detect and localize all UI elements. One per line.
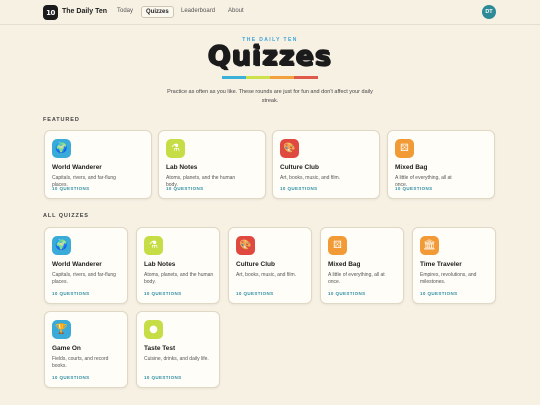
quiz-card-question-count: 10 QUESTIONS — [166, 186, 204, 191]
quiz-card-title: Mixed Bag — [328, 261, 361, 268]
quiz-card-title: World Wanderer — [52, 261, 102, 268]
logo[interactable]: 10 — [43, 5, 58, 20]
quiz-card[interactable]: 🏆 Game On Fields, courts, and record books… — [44, 311, 128, 388]
quiz-card-question-count: 10 QUESTIONS — [144, 375, 182, 380]
quiz-card-question-count: 10 QUESTIONS — [144, 291, 182, 296]
top-nav: 10 The Daily Ten Today Quizzes Leaderboa… — [0, 0, 540, 25]
stripe — [270, 76, 294, 79]
globe-icon: 🌍 — [52, 139, 71, 158]
avatar[interactable]: DT — [482, 5, 496, 19]
nav-link-today[interactable]: Today — [117, 8, 133, 14]
stripe — [246, 76, 270, 79]
quiz-card-question-count: 10 QUESTIONS — [280, 186, 318, 191]
quiz-card[interactable]: 🌍 World Wanderer Capitals, rivers, and far… — [44, 227, 128, 304]
quiz-card-title: Culture Club — [236, 261, 275, 268]
quiz-card[interactable]: ⚗ Lab Notes Atoms, planets, and the human … — [158, 130, 266, 199]
quiz-card[interactable]: ⚄ Mixed Bag A little of everything, all at… — [320, 227, 404, 304]
palette-icon: 🎨 — [236, 236, 255, 255]
quiz-card-question-count: 10 QUESTIONS — [52, 186, 90, 191]
quiz-card[interactable]: ⚗ Lab Notes Atoms, planets, and the human … — [136, 227, 220, 304]
nav-link-about[interactable]: About — [228, 8, 244, 14]
stripe — [294, 76, 318, 79]
quiz-card[interactable]: ⚄ Mixed Bag A little of everything, all at… — [387, 130, 495, 199]
quiz-card[interactable]: 🎨 Culture Club Art, books, music, and film… — [228, 227, 312, 304]
flask-icon: ⚗ — [144, 236, 163, 255]
quiz-card[interactable]: 🏛 Time Traveler Empires, revolutions, and … — [412, 227, 496, 304]
quiz-card-description: Atoms, planets, and the human body. — [144, 272, 214, 285]
quiz-card-title: Mixed Bag — [395, 164, 428, 171]
quiz-card[interactable]: ● Taste Test Cuisine, drinks, and daily li… — [136, 311, 220, 388]
quiz-card-description: Art, books, music, and film. — [280, 175, 341, 181]
quiz-card-description: Capitals, rivers, and far-flung places. — [52, 272, 116, 285]
quiz-card-description: Art, books, music, and film. — [236, 272, 297, 278]
quiz-card-title: Game On — [52, 345, 81, 352]
quiz-card-title: Culture Club — [280, 164, 319, 171]
dice-icon: ⚄ — [395, 139, 414, 158]
globe-icon: 🌍 — [52, 236, 71, 255]
trophy-icon: 🏆 — [52, 320, 71, 339]
quiz-card-description: Empires, revolutions, and milestones. — [420, 272, 477, 285]
palette-icon: 🎨 — [280, 139, 299, 158]
stripe — [222, 76, 246, 79]
nav-link-leaderboard[interactable]: Leaderboard — [181, 8, 215, 14]
color-stripes — [222, 76, 318, 79]
quiz-card-question-count: 10 QUESTIONS — [236, 291, 274, 296]
columns-icon: 🏛 — [420, 236, 439, 255]
section-label-all-quizzes: ALL QUIZZES — [43, 213, 89, 219]
quiz-card-question-count: 10 QUESTIONS — [395, 186, 433, 191]
page-title: Quizzes — [207, 41, 333, 72]
quiz-card[interactable]: 🎨 Culture Club Art, books, music, and film… — [272, 130, 380, 199]
dice-icon: ⚄ — [328, 236, 347, 255]
quiz-card-title: Lab Notes — [166, 164, 198, 171]
quiz-card[interactable]: 🌍 World Wanderer Capitals, rivers, and far… — [44, 130, 152, 199]
quiz-card-question-count: 10 QUESTIONS — [52, 291, 90, 296]
flask-icon: ⚗ — [166, 139, 185, 158]
section-label-featured: FEATURED — [43, 117, 80, 123]
quiz-card-question-count: 10 QUESTIONS — [328, 291, 366, 296]
quiz-card-description: Cuisine, drinks, and daily life. — [144, 356, 209, 362]
quiz-card-title: Time Traveler — [420, 261, 462, 268]
quiz-card-question-count: 10 QUESTIONS — [52, 375, 90, 380]
nav-link-quizzes[interactable]: Quizzes — [141, 6, 174, 18]
page-subtitle: Practice as often as you like. These rou… — [167, 89, 373, 104]
quiz-card-description: A little of everything, all at once. — [328, 272, 385, 285]
quiz-card-title: Taste Test — [144, 345, 176, 352]
quiz-card-title: World Wanderer — [52, 164, 102, 171]
quiz-card-question-count: 10 QUESTIONS — [420, 291, 458, 296]
quiz-card-title: Lab Notes — [144, 261, 176, 268]
plate-icon: ● — [144, 320, 163, 339]
brand-name[interactable]: The Daily Ten — [62, 8, 107, 15]
quiz-card-description: Fields, courts, and record books. — [52, 356, 109, 369]
